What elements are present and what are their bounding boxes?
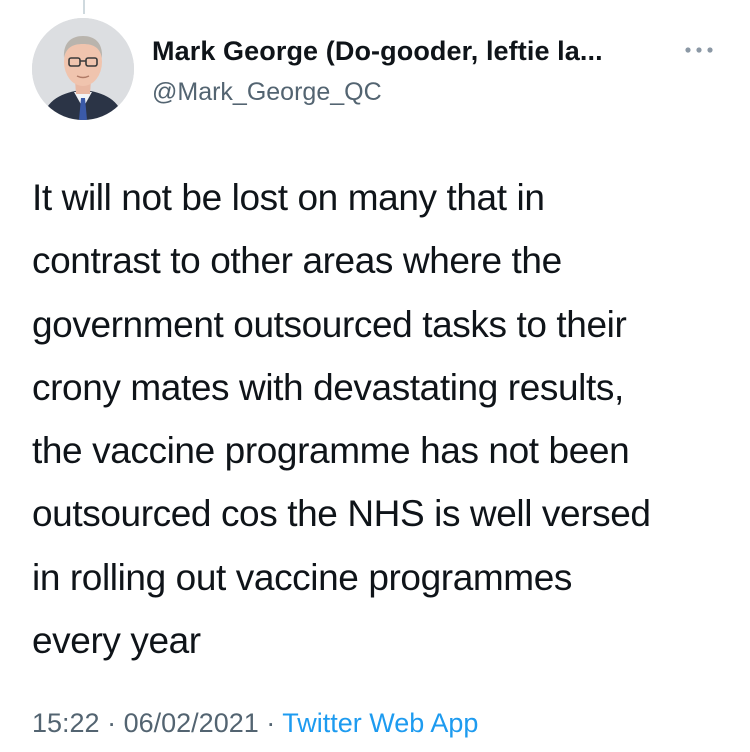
tweet-text-line: crony mates with devastating results, bbox=[32, 366, 624, 408]
tweet-text-line: every year bbox=[32, 620, 201, 662]
meta-separator: · bbox=[266, 708, 276, 738]
tweet-text-line: It will not be lost on many that in bbox=[32, 177, 545, 218]
tweet-metadata: 15:22 · 06/02/2021 · Twitter Web App bbox=[32, 708, 478, 739]
avatar-photo bbox=[32, 18, 134, 120]
tweet-text-line: contrast to other areas where the bbox=[32, 240, 562, 282]
meta-separator: · bbox=[107, 708, 117, 738]
tweet-time[interactable]: 15:22 bbox=[32, 708, 100, 738]
more-horizontal-icon[interactable] bbox=[682, 40, 716, 60]
tweet-source-link[interactable]: Twitter Web App bbox=[282, 708, 478, 738]
avatar[interactable] bbox=[32, 18, 134, 120]
author-display-name[interactable]: Mark George (Do-gooder, leftie la... bbox=[152, 36, 603, 67]
tweet-text-line: in rolling out vaccine programmes bbox=[32, 556, 572, 598]
author-handle[interactable]: @Mark_George_QC bbox=[152, 78, 382, 107]
thread-connector-line bbox=[83, 0, 85, 14]
tweet-text-line: outsourced cos the NHS is well versed bbox=[32, 493, 651, 535]
tweet-text-line: government outsourced tasks to their bbox=[32, 303, 627, 345]
tweet-text-line: the vaccine programme has not been bbox=[32, 430, 630, 472]
tweet-date[interactable]: 06/02/2021 bbox=[124, 708, 259, 738]
tweet-text: It will not be lost on many that in cont… bbox=[32, 166, 732, 672]
